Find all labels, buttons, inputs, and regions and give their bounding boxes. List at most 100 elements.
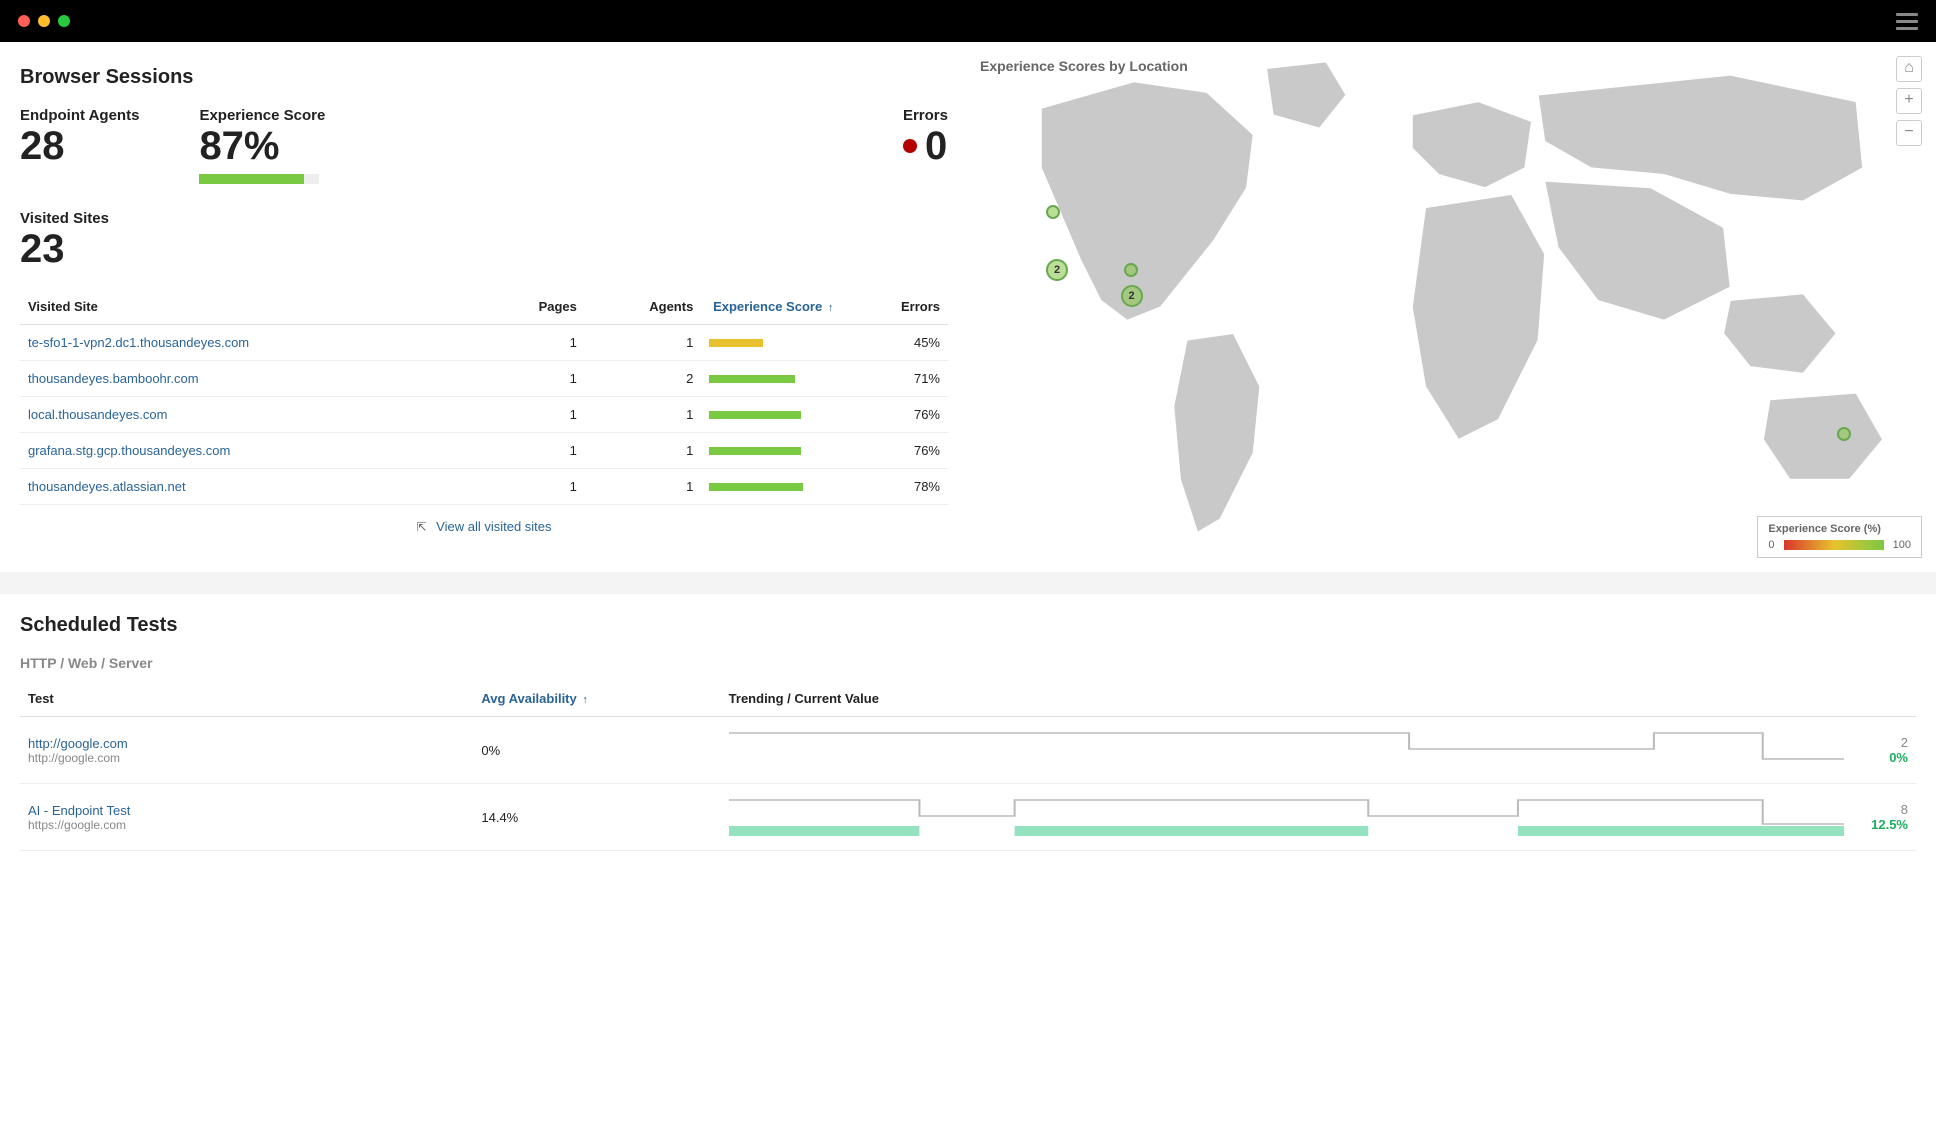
visited-site-link[interactable]: thousandeyes.atlassian.net [28, 479, 186, 494]
legend-title: Experience Score (%) [1768, 523, 1911, 535]
trend-current: 12.5% [1871, 817, 1908, 832]
cell-score-value: 76% [841, 397, 948, 433]
visited-site-link[interactable]: te-sfo1-1-vpn2.dc1.thousandeyes.com [28, 335, 249, 350]
visited-site-link[interactable]: thousandeyes.bamboohr.com [28, 371, 199, 386]
cell-score-value: 71% [841, 361, 948, 397]
col-trending[interactable]: Trending / Current Value [721, 681, 1916, 717]
metric-experience-score-value: 87% [199, 126, 325, 166]
cell-agents: 1 [585, 469, 701, 505]
cell-availability: 14.4% [473, 784, 720, 851]
error-status-dot-icon [903, 139, 917, 153]
cell-agents: 1 [585, 397, 701, 433]
cell-agents: 2 [585, 361, 701, 397]
scheduled-tests-panel: Scheduled Tests HTTP / Web / Server Test… [0, 594, 1936, 871]
table-row: thousandeyes.atlassian.net 11 78% [20, 469, 948, 505]
test-link[interactable]: AI - Endpoint Test [28, 803, 465, 818]
sort-asc-icon: ↑ [582, 694, 588, 706]
trend-count: 8 [1858, 802, 1908, 817]
map-home-button[interactable]: ⌂ [1896, 56, 1922, 82]
scheduled-tests-title: Scheduled Tests [20, 614, 1916, 637]
metric-visited-sites-value: 23 [20, 229, 948, 269]
map-marker[interactable] [1124, 263, 1138, 277]
map-marker[interactable]: 2 [1121, 285, 1143, 307]
cell-score-bar [701, 397, 841, 433]
visited-site-link[interactable]: grafana.stg.gcp.thousandeyes.com [28, 443, 230, 458]
table-row: grafana.stg.gcp.thousandeyes.com 11 76% [20, 433, 948, 469]
table-row: http://google.comhttp://google.com0%20% [20, 717, 1916, 784]
test-subtext: https://google.com [28, 818, 465, 832]
cell-score-value: 45% [841, 325, 948, 361]
cell-score-value: 78% [841, 469, 948, 505]
cell-agents: 1 [585, 433, 701, 469]
sort-asc-icon: ↑ [828, 302, 834, 314]
visited-site-link[interactable]: local.thousandeyes.com [28, 407, 167, 422]
col-avg-availability[interactable]: Avg Availability ↑ [473, 681, 720, 717]
cell-pages: 1 [480, 361, 585, 397]
cell-score-value: 76% [841, 433, 948, 469]
map-marker[interactable] [1837, 427, 1851, 441]
col-visited-site[interactable]: Visited Site [20, 289, 480, 325]
cell-score-bar [701, 361, 841, 397]
world-map-svg [968, 42, 1936, 572]
table-row: local.thousandeyes.com 11 76% [20, 397, 948, 433]
metric-errors-label: Errors [903, 107, 948, 124]
cell-score-bar [701, 325, 841, 361]
browser-sessions-title: Browser Sessions [20, 66, 948, 89]
table-row: AI - Endpoint Testhttps://google.com 14.4… [20, 784, 1916, 851]
col-errors[interactable]: Errors [841, 289, 948, 325]
map-marker[interactable]: 2 [1046, 259, 1068, 281]
metric-endpoint-agents-label: Endpoint Agents [20, 107, 139, 124]
cell-pages: 1 [480, 397, 585, 433]
col-experience-score[interactable]: Experience Score ↑ [701, 289, 841, 325]
scheduled-tests-subtitle: HTTP / Web / Server [20, 655, 1916, 671]
cell-pages: 1 [480, 325, 585, 361]
world-map[interactable]: Experience Scores by Location [968, 42, 1936, 572]
col-pages[interactable]: Pages [480, 289, 585, 325]
section-divider [0, 572, 1936, 594]
metric-visited-sites: Visited Sites 23 [20, 210, 948, 269]
trend-sparkline [729, 729, 1844, 771]
cell-score-bar [701, 433, 841, 469]
legend-max: 100 [1893, 539, 1911, 551]
experience-score-bar [199, 174, 319, 184]
legend-min: 0 [1768, 539, 1774, 551]
metric-visited-sites-label: Visited Sites [20, 210, 948, 227]
map-title: Experience Scores by Location [980, 58, 1188, 74]
trend-current: 0% [1889, 750, 1908, 765]
metric-errors-value: 0 [925, 126, 947, 166]
window-close-button[interactable] [18, 15, 30, 27]
map-panel: Experience Scores by Location [968, 42, 1936, 572]
map-zoom-in-button[interactable]: + [1896, 88, 1922, 114]
map-marker[interactable] [1046, 205, 1060, 219]
metric-experience-score-label: Experience Score [199, 107, 325, 124]
metric-errors: Errors 0 [903, 107, 948, 184]
col-test[interactable]: Test [20, 681, 473, 717]
trend-count: 2 [1858, 735, 1908, 750]
map-legend: Experience Score (%) 0 100 [1757, 516, 1922, 558]
test-link[interactable]: http://google.com [28, 736, 465, 751]
external-link-icon: ⇱ [416, 520, 426, 534]
cell-pages: 1 [480, 433, 585, 469]
view-all-sites-link[interactable]: View all visited sites [436, 519, 551, 534]
window-minimize-button[interactable] [38, 15, 50, 27]
col-agents[interactable]: Agents [585, 289, 701, 325]
visited-sites-table: Visited Site Pages Agents Experience Sco… [20, 289, 948, 505]
traffic-lights [12, 15, 70, 27]
menu-button[interactable] [1890, 7, 1924, 36]
scheduled-tests-table: Test Avg Availability ↑ Trending / Curre… [20, 681, 1916, 851]
table-row: thousandeyes.bamboohr.com 12 71% [20, 361, 948, 397]
cell-score-bar [701, 469, 841, 505]
window-titlebar [0, 0, 1936, 42]
metric-endpoint-agents: Endpoint Agents 28 [20, 107, 139, 184]
map-zoom-out-button[interactable]: − [1896, 120, 1922, 146]
table-row: te-sfo1-1-vpn2.dc1.thousandeyes.com 11 45% [20, 325, 948, 361]
cell-pages: 1 [480, 469, 585, 505]
legend-gradient-icon [1784, 540, 1884, 550]
metric-experience-score: Experience Score 87% [199, 107, 325, 184]
browser-sessions-panel: Browser Sessions Endpoint Agents 28 Expe… [0, 42, 968, 572]
trend-sparkline [729, 796, 1844, 838]
window-maximize-button[interactable] [58, 15, 70, 27]
test-subtext: http://google.com [28, 751, 465, 765]
cell-agents: 1 [585, 325, 701, 361]
cell-availability: 0% [473, 717, 720, 784]
